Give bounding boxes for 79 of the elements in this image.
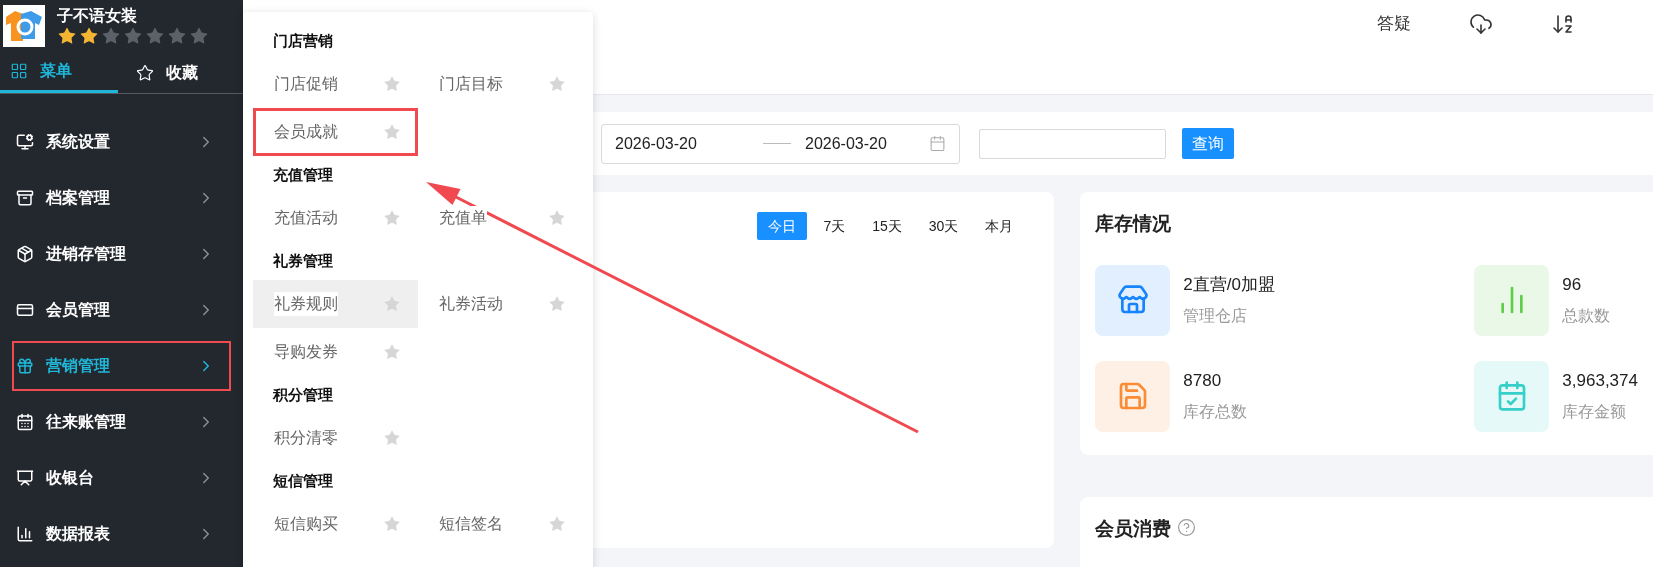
presentation-icon (16, 469, 34, 487)
rating-star-icon (79, 26, 99, 46)
logo-icon (3, 5, 45, 47)
sidebar-item[interactable]: 档案管理 (12, 173, 231, 223)
bar-chart-icon (16, 525, 34, 543)
gift-icon (16, 357, 34, 375)
star-icon (135, 63, 154, 82)
sidebar-item[interactable]: 收银台 (12, 453, 231, 503)
menu-group-title: 门店营销 (273, 30, 333, 51)
menu-entry[interactable]: 会员成就 (253, 108, 418, 156)
menu-group-title: 短信管理 (273, 470, 333, 491)
menu-entry[interactable]: 充值活动 (253, 194, 418, 242)
menu-entry[interactable]: 充值单 (418, 194, 583, 242)
menu-group-title: 充值管理 (273, 164, 333, 185)
help-icon (1177, 518, 1197, 537)
favorite-star-icon[interactable] (548, 75, 566, 93)
sidebar-item[interactable]: 数据报表 (12, 509, 231, 559)
card-title: 库存情况 (1095, 212, 1172, 236)
stat-label: 库存金额 (1562, 401, 1627, 422)
favorite-star-icon[interactable] (548, 515, 566, 533)
calendar-icon (16, 413, 34, 431)
search-field[interactable] (979, 128, 1166, 159)
favorite-star-icon[interactable] (383, 295, 401, 313)
menu-entry[interactable]: 礼券规则 (253, 280, 418, 328)
stat-value: 3,963,374 (1562, 370, 1638, 393)
favorite-star-icon[interactable] (383, 75, 401, 93)
rating-star-icon (189, 26, 209, 46)
rating-star-icon (57, 26, 77, 46)
rating-star-icon (167, 26, 187, 46)
help-link[interactable]: 答疑 (1377, 11, 1411, 37)
favorite-star-icon[interactable] (383, 343, 401, 361)
stat-label: 总款数 (1562, 305, 1611, 326)
sidebar-item[interactable]: 往来账管理 (12, 397, 231, 447)
card-title: 会员消费 (1095, 517, 1172, 541)
stat-value: 2直营/0加盟 (1183, 274, 1275, 297)
range-tab[interactable]: 15天 (861, 212, 913, 240)
favorite-star-icon[interactable] (383, 515, 401, 533)
sort-icon[interactable] (1551, 12, 1575, 36)
rating-star-icon (101, 26, 121, 46)
menu-entry[interactable]: 门店目标 (418, 60, 583, 108)
range-tab[interactable]: 7天 (812, 212, 857, 240)
stat-value: 96 (1562, 274, 1582, 297)
sidebar-tab[interactable]: 收藏 (117, 52, 243, 93)
favorite-star-icon[interactable] (383, 123, 401, 141)
cloud-download-icon[interactable] (1469, 12, 1493, 36)
menu-entry[interactable]: 积分清零 (253, 414, 418, 462)
sidebar-item[interactable]: 营销管理 (12, 341, 231, 391)
stat-value: 8780 (1183, 370, 1222, 393)
favorite-star-icon[interactable] (383, 209, 401, 227)
box-icon (16, 245, 34, 263)
range-tab[interactable]: 本月 (974, 212, 1025, 240)
range-tab[interactable]: 30天 (917, 212, 970, 240)
sidebar-tab[interactable]: 菜单 (0, 52, 118, 93)
sidebar-item[interactable]: 系统设置 (12, 117, 231, 167)
favorite-star-icon[interactable] (548, 295, 566, 313)
menu-group-title: 积分管理 (273, 384, 333, 405)
menu-entry[interactable]: 导购发券 (253, 328, 418, 376)
range-tab[interactable]: 今日 (757, 212, 808, 240)
menu-entry[interactable]: 礼券活动 (418, 280, 583, 328)
rating-star-icon (123, 26, 143, 46)
stat-label: 库存总数 (1183, 401, 1248, 422)
monitor-gear-icon (16, 133, 34, 151)
favorite-star-icon[interactable] (383, 429, 401, 447)
rating-star-icon (145, 26, 165, 46)
menu-entry[interactable]: 短信签名 (418, 500, 583, 548)
store-name: 子不语女装 (57, 6, 138, 26)
menu-group-title: 礼券管理 (273, 250, 333, 271)
favorite-star-icon[interactable] (548, 209, 566, 227)
card-icon (16, 301, 34, 319)
sidebar-item[interactable]: 进销存管理 (12, 229, 231, 279)
calendar-icon (929, 135, 946, 152)
menu-entry[interactable]: 短信购买 (253, 500, 418, 548)
grid-icon (10, 62, 28, 80)
query-button[interactable]: 查询 (1182, 128, 1234, 159)
menu-entry[interactable]: 门店促销 (253, 60, 418, 108)
stat-label: 管理仓店 (1183, 305, 1248, 326)
date-range-field[interactable]: 2026-03-20 2026-03-20 (601, 123, 960, 164)
archive-icon (16, 189, 34, 207)
sidebar-item[interactable]: 会员管理 (12, 285, 231, 335)
